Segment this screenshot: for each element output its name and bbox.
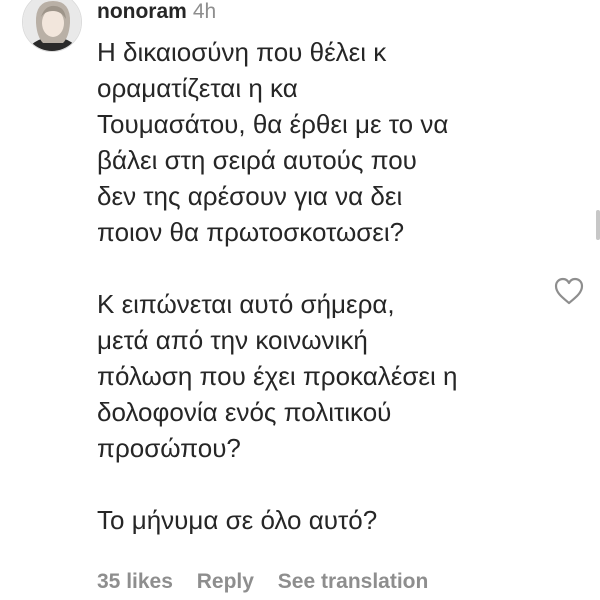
comment-text: Η δικαιοσύνη που θέλει κ οραματίζεται η … <box>97 34 537 538</box>
reply-button[interactable]: Reply <box>197 570 254 593</box>
see-translation-button[interactable]: See translation <box>278 570 429 593</box>
comment-paragraph: Η δικαιοσύνη που θέλει κ οραματίζεται η … <box>97 37 449 247</box>
comment-paragraph: Το μήνυμα σε όλο αυτό? <box>97 505 378 535</box>
likes-count[interactable]: 35 likes <box>97 570 173 593</box>
comment: nonoram 4h Η δικαιοσύνη που θέλει κ οραμα… <box>0 0 600 600</box>
username[interactable]: nonoram <box>97 0 187 23</box>
scrollbar[interactable] <box>596 210 600 240</box>
comment-paragraph: Κ ειπώνεται αυτό σήμερα, μετά από την κο… <box>97 289 458 463</box>
comment-actions: 35 likes Reply See translation <box>97 568 446 596</box>
heart-icon[interactable] <box>553 276 585 306</box>
comment-header: nonoram 4h <box>97 0 216 24</box>
avatar-image <box>23 0 81 51</box>
avatar[interactable] <box>22 0 82 52</box>
timestamp: 4h <box>192 0 217 23</box>
